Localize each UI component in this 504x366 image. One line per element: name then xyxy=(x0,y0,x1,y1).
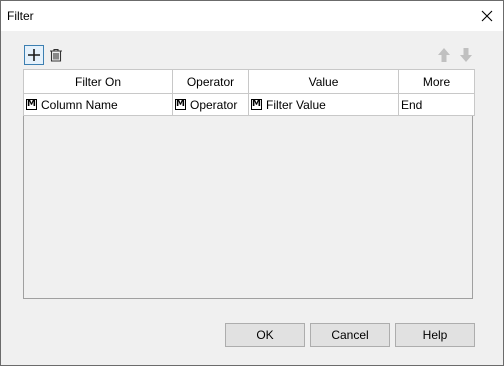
filter-dialog: Filter Filter On Operator Value More M C… xyxy=(0,0,504,366)
header-operator[interactable]: Operator xyxy=(172,69,249,94)
header-more[interactable]: More xyxy=(398,69,475,94)
m-icon: M xyxy=(175,99,186,110)
table-row[interactable]: M Column Name M Operator M Filter Value … xyxy=(23,93,475,116)
title-bar: Filter xyxy=(1,1,503,31)
trash-icon xyxy=(50,48,62,62)
delete-condition-button[interactable] xyxy=(46,45,66,65)
table-header-row: Filter On Operator Value More xyxy=(23,69,475,94)
m-icon: M xyxy=(26,99,37,110)
close-icon xyxy=(481,10,493,22)
header-filter-on[interactable]: Filter On xyxy=(23,69,173,94)
window-title: Filter xyxy=(7,9,34,23)
operator-value: Operator xyxy=(190,97,238,112)
more-value: End xyxy=(401,97,423,112)
ok-button[interactable]: OK xyxy=(225,323,305,347)
m-icon: M xyxy=(251,99,262,110)
add-condition-button[interactable] xyxy=(24,45,44,65)
filter-on-value: Column Name xyxy=(41,97,118,112)
header-value[interactable]: Value xyxy=(248,69,399,94)
arrow-down-icon xyxy=(460,48,472,62)
cell-operator[interactable]: M Operator xyxy=(172,93,249,116)
move-up-button[interactable] xyxy=(434,45,454,65)
cell-filter-on[interactable]: M Column Name xyxy=(23,93,173,116)
cell-value[interactable]: M Filter Value xyxy=(248,93,399,116)
move-down-button[interactable] xyxy=(456,45,476,65)
conditions-table: Filter On Operator Value More M Column N… xyxy=(23,69,475,299)
cell-more[interactable]: End xyxy=(398,93,475,116)
plus-icon xyxy=(28,49,40,61)
filter-value: Filter Value xyxy=(266,97,326,112)
cancel-button[interactable]: Cancel xyxy=(310,323,390,347)
close-button[interactable] xyxy=(477,6,497,26)
arrow-up-icon xyxy=(438,48,450,62)
help-button[interactable]: Help xyxy=(395,323,475,347)
